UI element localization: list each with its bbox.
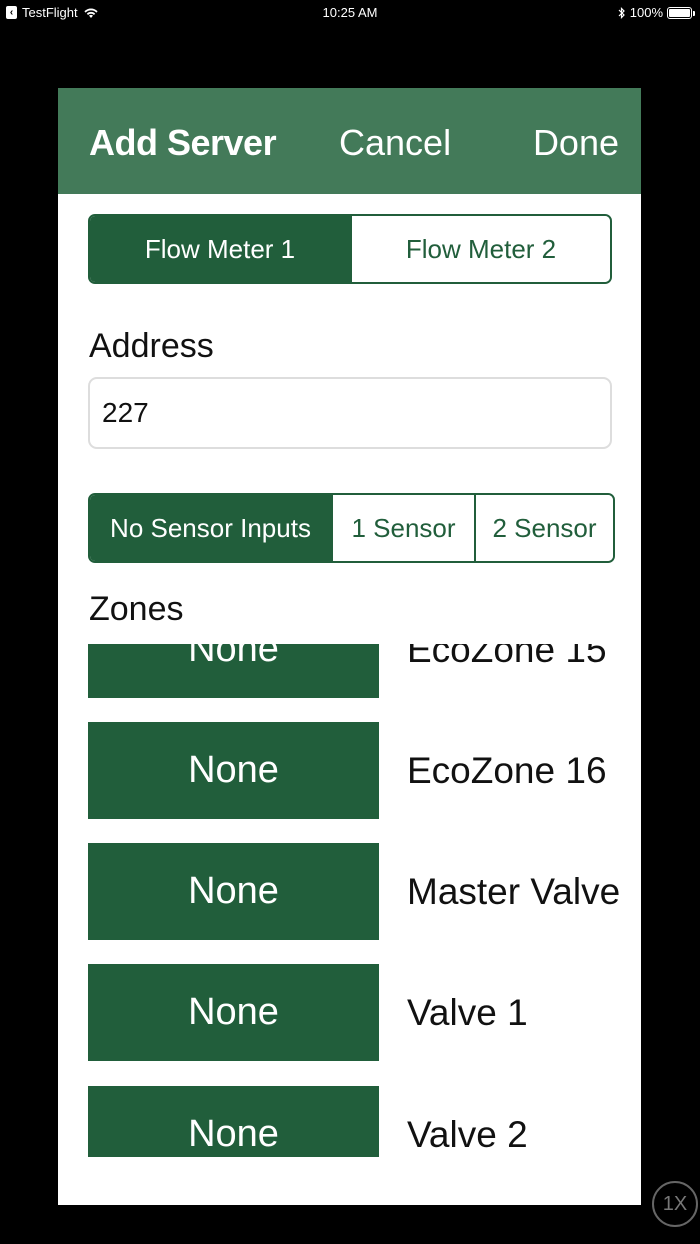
zone-name: Valve 1 bbox=[407, 992, 528, 1033]
zone-assign-button[interactable]: None bbox=[88, 1086, 379, 1157]
tab-no-sensor-inputs[interactable]: No Sensor Inputs bbox=[90, 495, 331, 561]
cancel-button[interactable]: Cancel bbox=[339, 122, 451, 164]
tab-2-sensor[interactable]: 2 Sensor bbox=[474, 495, 613, 561]
add-server-dialog: Add Server Cancel Done Flow Meter 1 Flow… bbox=[58, 88, 641, 1205]
bluetooth-icon bbox=[618, 6, 625, 19]
zone-assign-button[interactable]: None bbox=[88, 644, 379, 698]
zone-name: Valve 2 bbox=[407, 1114, 528, 1155]
tab-flow-meter-2[interactable]: Flow Meter 2 bbox=[350, 216, 610, 282]
zone-name: EcoZone 16 bbox=[407, 750, 607, 791]
zone-row: None Master Valve bbox=[58, 843, 641, 940]
zones-label: Zones bbox=[89, 590, 184, 628]
dialog-header: Add Server Cancel Done bbox=[58, 88, 641, 194]
dialog-title: Add Server bbox=[89, 122, 277, 163]
zones-list[interactable]: None EcoZone 15 None EcoZone 16 None Mas… bbox=[58, 644, 641, 1157]
zone-assign-button[interactable]: None bbox=[88, 964, 379, 1061]
status-time: 10:25 AM bbox=[322, 5, 378, 20]
battery-percent: 100% bbox=[629, 5, 663, 20]
zone-row: None Valve 2 bbox=[58, 1086, 641, 1157]
address-label: Address bbox=[89, 327, 214, 365]
status-bar: ‹ TestFlight 10:25 AM 100% bbox=[0, 0, 700, 26]
zone-row: None Valve 1 bbox=[58, 964, 641, 1061]
done-button[interactable]: Done bbox=[533, 122, 619, 164]
tab-1-sensor[interactable]: 1 Sensor bbox=[331, 495, 474, 561]
zone-assign-button[interactable]: None bbox=[88, 843, 379, 940]
sensor-segmented-control: No Sensor Inputs 1 Sensor 2 Sensor bbox=[88, 493, 615, 563]
flow-meter-segmented-control: Flow Meter 1 Flow Meter 2 bbox=[88, 214, 612, 284]
status-right: 100% bbox=[618, 5, 695, 20]
address-input[interactable] bbox=[88, 377, 612, 449]
battery-icon bbox=[667, 6, 695, 19]
battery-fill bbox=[669, 8, 690, 17]
zone-row: None EcoZone 16 bbox=[58, 722, 641, 819]
zone-name: EcoZone 15 bbox=[407, 644, 607, 670]
zone-row: None EcoZone 15 bbox=[58, 644, 641, 698]
zone-name: Master Valve bbox=[407, 871, 621, 912]
tab-flow-meter-1[interactable]: Flow Meter 1 bbox=[90, 216, 350, 282]
zone-assign-button[interactable]: None bbox=[88, 722, 379, 819]
zoom-toggle-button[interactable]: 1X bbox=[652, 1181, 698, 1227]
